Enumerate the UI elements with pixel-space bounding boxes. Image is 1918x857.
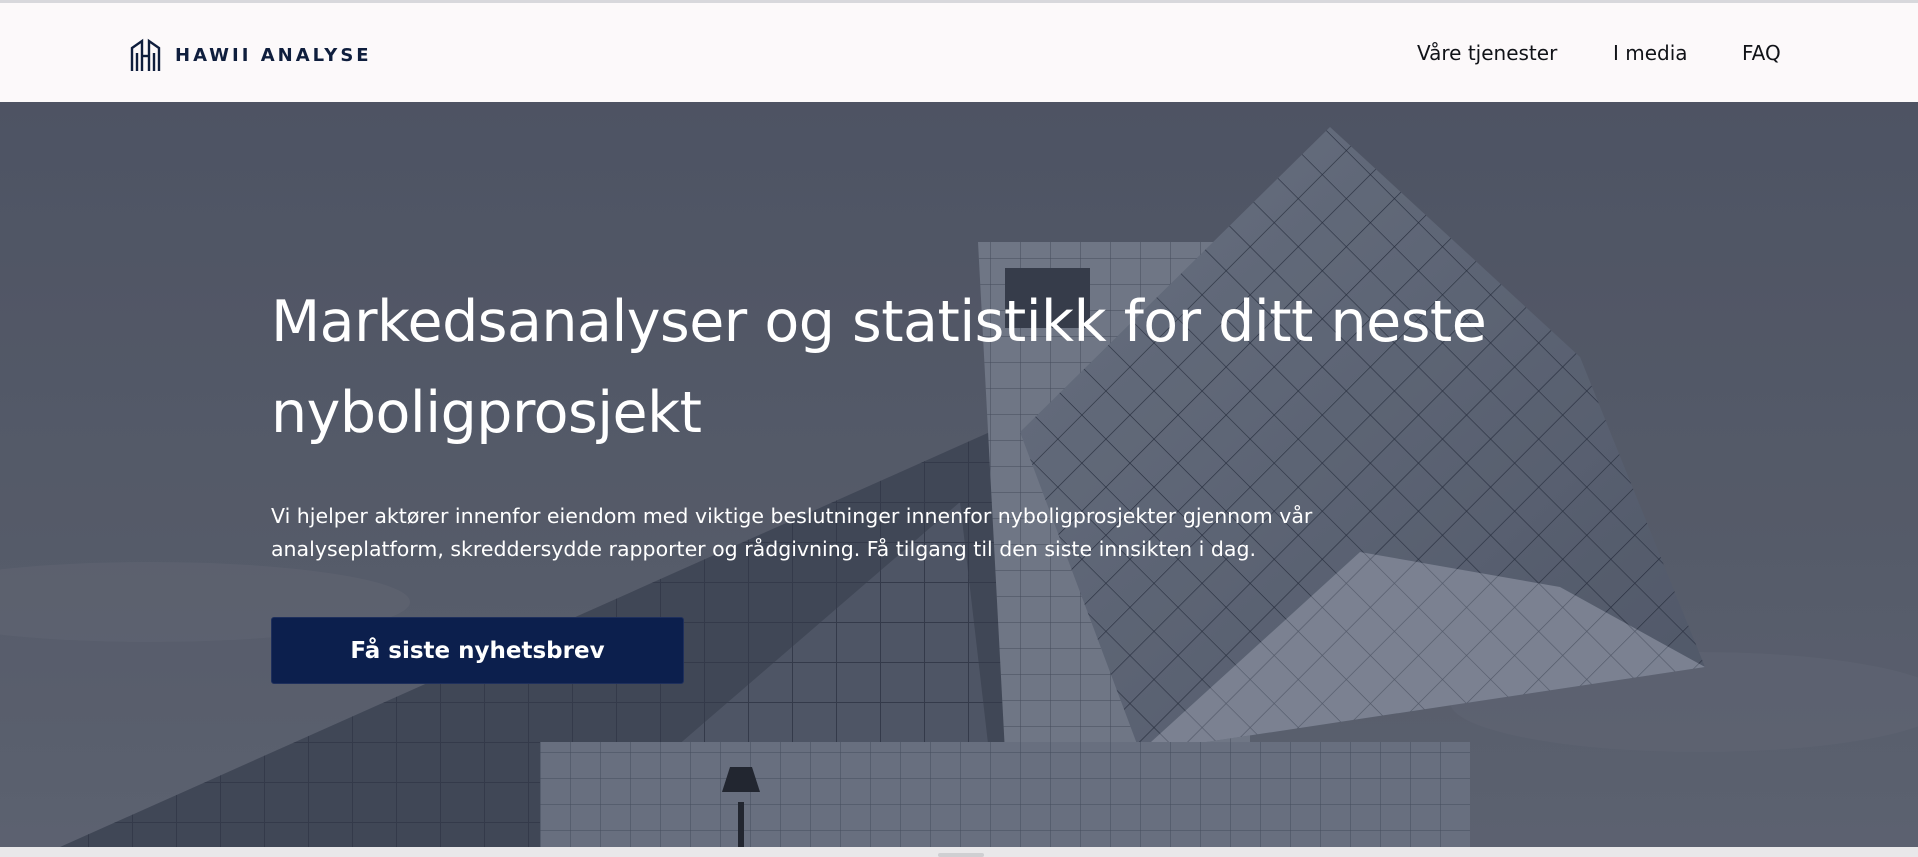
scrollbar-thumb[interactable] — [938, 853, 984, 857]
hero-title: Markedsanalyser og statistikk for ditt n… — [271, 289, 1487, 446]
hero-section: Markedsanalyser og statistikk for ditt n… — [0, 102, 1918, 847]
home-logo-link[interactable]: HAWII ANALYSE — [130, 37, 372, 73]
nav-link-vare-tjenester[interactable]: Våre tjenester — [1417, 41, 1557, 65]
logo-text: HAWII ANALYSE — [175, 44, 372, 66]
hero-description: Vi hjelper aktører innenfor eiendom med … — [271, 504, 1313, 561]
site-header: HAWII ANALYSE Våre tjenester I media FAQ — [0, 3, 1918, 102]
nav-link-i-media[interactable]: I media — [1613, 41, 1688, 65]
hawii-house-logo-icon — [130, 38, 161, 71]
newsletter-cta-button[interactable]: Få siste nyhetsbrev — [271, 617, 684, 684]
nav-link-faq[interactable]: FAQ — [1742, 41, 1781, 65]
hero-overlay — [0, 102, 1918, 847]
